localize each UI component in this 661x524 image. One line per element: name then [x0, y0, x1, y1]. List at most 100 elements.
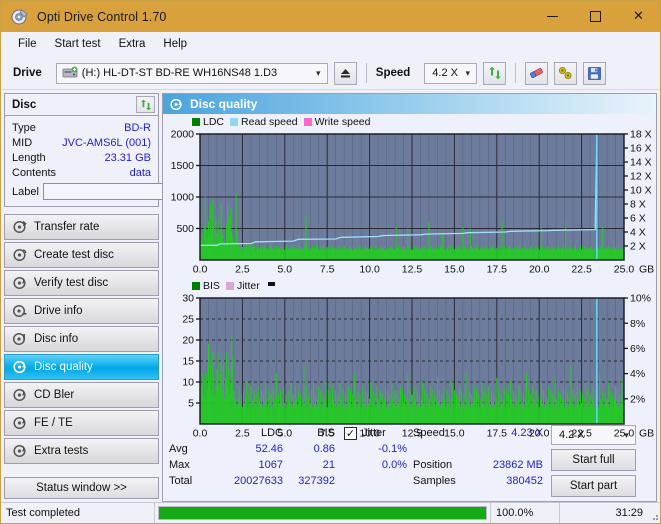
disc-row-length: Length 23.31 GB: [12, 150, 151, 165]
svg-text:500: 500: [176, 223, 194, 235]
start-part-button[interactable]: Start part: [551, 475, 636, 497]
stats-jitter-max: 0.0%: [381, 459, 407, 471]
svg-text:GB: GB: [639, 428, 654, 440]
svg-text:10.0: 10.0: [359, 264, 380, 276]
svg-text:10%: 10%: [630, 293, 651, 305]
sidebar-item-disc-info[interactable]: Disc info: [4, 326, 159, 352]
disc-icon: [13, 388, 27, 402]
svg-text:6 X: 6 X: [630, 213, 646, 225]
disc-refresh-button[interactable]: [136, 96, 155, 113]
drive-label: Drive: [13, 67, 42, 79]
nav-list: Transfer rate Create test disc Verify te…: [4, 214, 159, 464]
save-icon: [588, 66, 602, 80]
svg-text:18 X: 18 X: [630, 129, 652, 141]
disc-row-type: Type BD-R: [12, 120, 151, 135]
svg-text:10 X: 10 X: [630, 185, 652, 197]
sidebar-item-drive-info[interactable]: Drive info: [4, 298, 159, 324]
menu-item-help[interactable]: Help: [154, 35, 196, 53]
content-panel: Disc quality LDC Read speed Write speed …: [162, 93, 657, 502]
sidebar-item-disc-quality[interactable]: Disc quality: [4, 354, 159, 380]
speed-select[interactable]: 4.2 X ▾: [424, 62, 478, 84]
bis-chart[interactable]: 5 10 15 20 25 30 2% 4% 6% 8% 10% 0.0 2.5 5.0 7.5 10.0 12…: [164, 292, 655, 442]
sidebar-item-extra-tests[interactable]: Extra tests: [4, 438, 159, 464]
sidebar-item-label: Disc quality: [34, 361, 93, 373]
svg-text:12.5: 12.5: [402, 264, 423, 276]
svg-text:0.0: 0.0: [193, 264, 208, 276]
sidebar-item-fe-te[interactable]: FE / TE: [4, 410, 159, 436]
legend-swatch-read-speed: [230, 118, 239, 126]
svg-text:4 X: 4 X: [630, 227, 646, 239]
status-window-button[interactable]: Status window >>: [4, 477, 159, 499]
toolbar-separator-1: [365, 63, 367, 83]
legend-swatch-jitter: [225, 282, 234, 290]
disc-icon: [13, 220, 27, 234]
legend-item-read-speed: Read speed: [230, 116, 298, 128]
svg-text:10: 10: [182, 377, 194, 389]
toolbar-separator-2: [515, 63, 517, 83]
sidebar-item-verify-test-disc[interactable]: Verify test disc: [4, 270, 159, 296]
disc-label-row: Label: [12, 182, 212, 201]
svg-text:20: 20: [182, 335, 194, 347]
sidebar-item-cd-bler[interactable]: CD Bler: [4, 382, 159, 408]
stats-blank-2: [475, 441, 543, 457]
stats-jitter-avg: -0.1%: [378, 443, 407, 455]
stats-position-value: 23862 MB: [492, 459, 543, 471]
svg-text:15.0: 15.0: [444, 264, 465, 276]
svg-text:2.5: 2.5: [235, 428, 250, 440]
stats-samples-value: 380452: [506, 475, 543, 487]
progress-track: [158, 506, 487, 520]
erase-button[interactable]: [525, 61, 549, 85]
stats-label-max: Max: [169, 459, 190, 471]
eraser-icon: [530, 68, 544, 78]
legend-label-bis: BIS: [203, 280, 220, 292]
maximize-button[interactable]: [574, 1, 617, 32]
save-button[interactable]: [583, 61, 607, 85]
stats-bis-total: 327392: [298, 475, 335, 487]
svg-text:0.0: 0.0: [193, 428, 208, 440]
tools-button[interactable]: [554, 61, 578, 85]
refresh-button[interactable]: [483, 61, 507, 85]
eject-button[interactable]: [333, 61, 357, 85]
progress-bar: [155, 503, 491, 523]
svg-text:15: 15: [182, 356, 194, 368]
disc-panel: Disc Type BD-R MID JVC-AMS6L (001) Lengt…: [4, 93, 212, 207]
stats-ldc-max: 1067: [258, 459, 283, 471]
start-full-button[interactable]: Start full: [551, 449, 636, 471]
menu-item-file[interactable]: File: [9, 35, 46, 53]
disc-row-contents-value: data: [129, 166, 151, 179]
svg-text:5.0: 5.0: [277, 264, 292, 276]
sidebar-item-transfer-rate[interactable]: Transfer rate: [4, 214, 159, 240]
svg-text:5: 5: [188, 398, 194, 410]
drive-select[interactable]: (H:) HL-DT-ST BD-RE WH16NS48 1.D3 ▾: [55, 62, 328, 84]
menu-item-extra[interactable]: Extra: [110, 35, 155, 53]
ldc-chart[interactable]: 500 1000 1500 2000 2 X 4 X 6 X 8 X 10 X 12 X 14 X 1…: [164, 128, 655, 278]
minimize-icon: [547, 16, 558, 17]
close-button[interactable]: ✕: [617, 1, 660, 32]
resize-grip[interactable]: [648, 503, 660, 523]
minimize-button[interactable]: [531, 1, 574, 32]
sidebar-item-create-test-disc[interactable]: Create test disc: [4, 242, 159, 268]
elapsed-time: 31:29: [615, 507, 643, 519]
ldc-chart-legend: LDC Read speed Write speed: [164, 116, 655, 128]
disc-label-key: Label: [12, 185, 39, 198]
progress-percent: 100.0%: [491, 503, 560, 523]
legend-label-ldc: LDC: [203, 116, 225, 128]
drive-select-value: (H:) HL-DT-ST BD-RE WH16NS48 1.D3: [81, 67, 278, 79]
disc-icon: [13, 416, 27, 430]
legend-item-write-speed: Write speed: [303, 116, 371, 128]
drive-toolbar: Drive (H:) HL-DT-ST BD-RE WH16NS48 1.D3 …: [1, 57, 660, 90]
disc-row-mid-value: JVC-AMS6L (001): [62, 136, 151, 149]
menu-item-start-test[interactable]: Start test: [46, 35, 110, 53]
legend-item-bis: BIS: [192, 280, 220, 292]
svg-text:GB: GB: [639, 264, 654, 276]
svg-text:2 X: 2 X: [630, 241, 646, 253]
svg-text:12.5: 12.5: [402, 428, 423, 440]
svg-text:1000: 1000: [171, 192, 195, 204]
bis-chart-legend: BIS Jitter: [164, 280, 655, 292]
svg-text:22.5: 22.5: [571, 428, 592, 440]
disc-info-rows: Type BD-R MID JVC-AMS6L (001) Length 23.…: [5, 116, 212, 206]
disc-row-mid-key: MID: [12, 136, 33, 149]
disc-row-type-value: BD-R: [124, 121, 151, 134]
speed-label: Speed: [375, 67, 411, 79]
